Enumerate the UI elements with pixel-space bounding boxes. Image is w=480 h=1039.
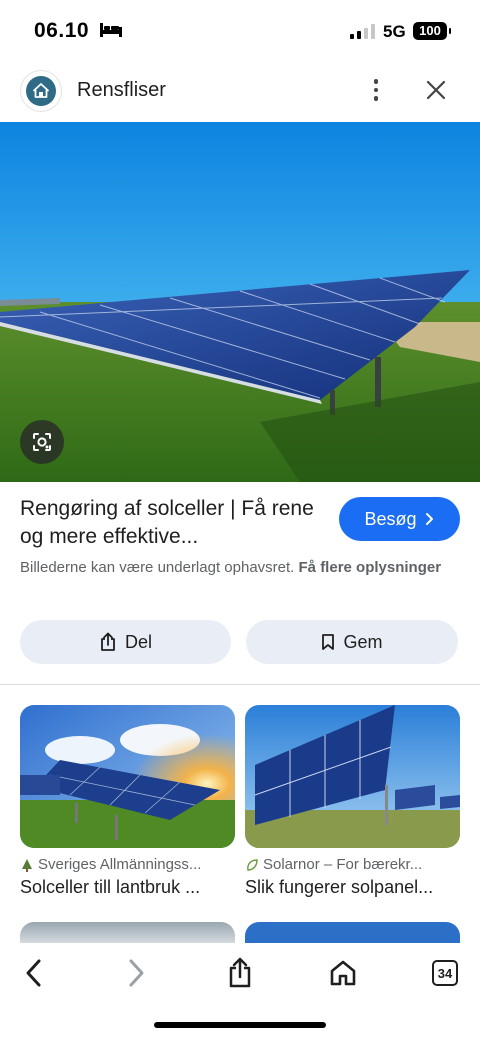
section-divider bbox=[0, 684, 480, 685]
solar-panel-photo bbox=[0, 122, 480, 482]
leaf-icon bbox=[247, 858, 258, 871]
home-indicator[interactable] bbox=[154, 1022, 326, 1028]
related-source-name: Solarnor – For bærekr... bbox=[263, 856, 423, 873]
close-icon[interactable] bbox=[422, 76, 450, 104]
share-icon[interactable] bbox=[220, 953, 260, 993]
save-button[interactable]: Gem bbox=[246, 620, 458, 664]
browser-toolbar: 34 bbox=[0, 943, 480, 1039]
visit-button[interactable]: Besøg bbox=[339, 497, 460, 541]
copyright-text: Billederne kan være underlagt ophavsret. bbox=[20, 559, 295, 576]
chevron-right-icon bbox=[425, 513, 433, 525]
bed-icon bbox=[100, 23, 122, 37]
more-info-link[interactable]: Få flere oplysninger bbox=[299, 559, 442, 576]
save-label: Gem bbox=[343, 631, 383, 652]
panel-header: Rensfliser bbox=[0, 62, 480, 122]
related-title[interactable]: Solceller till lantbruk ... bbox=[20, 877, 235, 898]
related-thumbnail bbox=[20, 705, 235, 848]
result-title[interactable]: Rengøring af solceller | Få rene og mere… bbox=[20, 495, 320, 551]
network-type: 5G bbox=[383, 22, 406, 41]
related-thumbnail-partial[interactable] bbox=[20, 922, 235, 944]
battery-icon: 100 bbox=[413, 22, 451, 40]
lens-icon[interactable] bbox=[20, 420, 64, 464]
related-source: Sveriges Allmänningss... bbox=[20, 856, 235, 873]
site-favicon[interactable] bbox=[20, 70, 62, 112]
home-icon bbox=[33, 83, 49, 98]
hero-image[interactable] bbox=[0, 122, 480, 482]
signal-icon bbox=[350, 24, 375, 39]
back-icon[interactable] bbox=[14, 953, 54, 993]
related-source-name: Sveriges Allmänningss... bbox=[38, 856, 202, 873]
forward-icon[interactable] bbox=[116, 953, 156, 993]
share-button[interactable]: Del bbox=[20, 620, 231, 664]
related-title[interactable]: Slik fungerer solpanel... bbox=[245, 877, 460, 898]
copyright-notice: Billederne kan være underlagt ophavsret.… bbox=[20, 557, 460, 579]
bookmark-icon bbox=[322, 634, 335, 650]
tabs-icon[interactable]: 34 bbox=[425, 953, 465, 993]
status-bar: 06.10 5G 100 bbox=[0, 0, 480, 62]
related-thumbnail bbox=[245, 705, 460, 848]
tree-icon bbox=[22, 858, 32, 872]
share-icon bbox=[101, 632, 115, 651]
tab-count: 34 bbox=[432, 960, 458, 986]
more-vert-icon[interactable] bbox=[362, 76, 390, 104]
related-thumbnail-partial[interactable] bbox=[245, 922, 460, 944]
related-card[interactable]: Sveriges Allmänningss... Solceller till … bbox=[20, 705, 235, 898]
home-icon[interactable] bbox=[323, 953, 363, 993]
status-time: 06.10 bbox=[34, 19, 90, 42]
site-name[interactable]: Rensfliser bbox=[77, 79, 166, 102]
related-source: Solarnor – For bærekr... bbox=[245, 856, 460, 873]
share-label: Del bbox=[124, 631, 152, 652]
visit-label: Besøg bbox=[364, 508, 417, 529]
related-card[interactable]: Solarnor – For bærekr... Slik fungerer s… bbox=[245, 705, 460, 898]
